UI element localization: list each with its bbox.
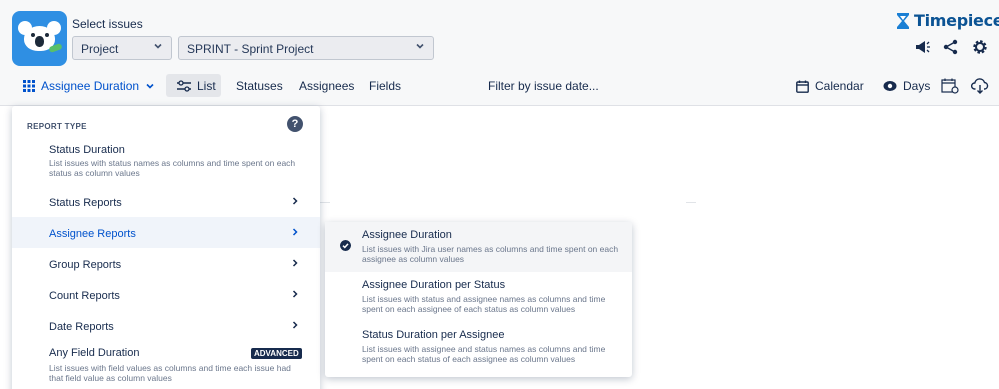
- app-window: Select issues Project SPRINT - Sprint Pr…: [0, 0, 999, 389]
- report-type-label: Assignee Duration: [41, 79, 140, 93]
- menu-item-group-reports[interactable]: Group Reports: [12, 248, 320, 278]
- hourglass-icon: [897, 12, 909, 29]
- menu-item-label: Status Reports: [49, 197, 122, 209]
- cloud-download-icon[interactable]: [971, 77, 989, 95]
- tab-fields[interactable]: Fields: [369, 75, 401, 97]
- report-type-menu: REPORT TYPE ? Status Duration List issue…: [12, 106, 320, 389]
- tab-statuses[interactable]: Statuses: [236, 75, 283, 97]
- report-type-button[interactable]: Assignee Duration: [23, 75, 155, 97]
- chevron-down-icon: [154, 43, 162, 49]
- help-icon[interactable]: ?: [287, 116, 303, 132]
- submenu-item-label: Assignee Duration per Status: [362, 279, 506, 291]
- chevron-right-icon: [292, 290, 298, 298]
- menu-item-status-reports[interactable]: Status Reports: [12, 186, 320, 216]
- chevron-down-icon: [146, 83, 154, 89]
- top-bar: Select issues Project SPRINT - Sprint Pr…: [0, 0, 999, 106]
- sliders-icon: [177, 80, 191, 92]
- content-divider: [686, 202, 696, 203]
- submenu-item-assignee-duration-per-status[interactable]: Assignee Duration per Status List issues…: [325, 273, 632, 323]
- chevron-right-icon: [292, 259, 298, 267]
- sprint-dropdown-value: SPRINT - Sprint Project: [187, 42, 314, 56]
- submenu-item-description: List issues with status and assignee nam…: [362, 294, 606, 314]
- menu-item-label: Assignee Reports: [49, 228, 136, 240]
- days-label: Days: [903, 79, 931, 93]
- calendar-icon: [796, 80, 809, 93]
- menu-item-date-reports[interactable]: Date Reports: [12, 310, 320, 340]
- share-icon[interactable]: [942, 38, 960, 56]
- chevron-right-icon: [292, 197, 298, 205]
- project-dropdown[interactable]: Project: [72, 36, 172, 60]
- menu-item-label: Date Reports: [49, 321, 114, 333]
- menu-item-label: Any Field Duration: [49, 347, 140, 359]
- menu-heading: REPORT TYPE: [27, 122, 87, 131]
- submenu-item-status-duration-per-assignee[interactable]: Status Duration per Assignee List issues…: [325, 323, 632, 373]
- project-dropdown-value: Project: [81, 42, 119, 56]
- check-icon: [340, 240, 351, 251]
- list-view-label-group: List: [177, 75, 216, 97]
- chevron-down-icon: [416, 43, 424, 49]
- calendar-label: Calendar: [815, 79, 864, 93]
- menu-item-status-duration[interactable]: Status Duration List issues with status …: [12, 140, 320, 188]
- advanced-badge: ADVANCED: [251, 348, 302, 359]
- menu-item-label: Count Reports: [49, 290, 120, 302]
- announcement-icon[interactable]: [913, 38, 931, 56]
- assignee-reports-submenu: Assignee Duration List issues with Jira …: [325, 222, 632, 377]
- menu-item-assignee-reports[interactable]: Assignee Reports: [12, 217, 320, 248]
- content-divider: [320, 202, 330, 203]
- days-button[interactable]: Days: [883, 75, 930, 97]
- menu-item-description: List issues with status names as columns…: [49, 158, 296, 178]
- eye-icon: [883, 81, 897, 91]
- menu-item-count-reports[interactable]: Count Reports: [12, 279, 320, 309]
- chevron-right-icon: [292, 228, 298, 236]
- brand-name: Timepiece: [914, 11, 999, 30]
- calendar-button[interactable]: Calendar: [796, 75, 864, 97]
- chevron-right-icon: [292, 321, 298, 329]
- app-logo: [12, 11, 67, 66]
- select-issues-label: Select issues: [72, 17, 143, 31]
- sprint-dropdown[interactable]: SPRINT - Sprint Project: [178, 36, 434, 60]
- date-filter[interactable]: Filter by issue date...: [488, 79, 599, 93]
- submenu-item-label: Status Duration per Assignee: [362, 329, 505, 341]
- submenu-item-assignee-duration[interactable]: Assignee Duration List issues with Jira …: [325, 222, 632, 272]
- gear-icon[interactable]: [971, 38, 989, 56]
- list-label: List: [197, 79, 216, 93]
- submenu-item-description: List issues with Jira user names as colu…: [362, 244, 619, 264]
- menu-item-description: List issues with field values as columns…: [49, 363, 291, 383]
- brand-logo: Timepiece: [895, 11, 999, 30]
- grid-icon: [23, 80, 35, 92]
- submenu-item-label: Assignee Duration: [362, 229, 452, 241]
- menu-item-label: Group Reports: [49, 259, 122, 271]
- calendar-alert-icon[interactable]: [941, 77, 959, 95]
- tab-assignees[interactable]: Assignees: [299, 75, 354, 97]
- menu-item-label: Status Duration: [49, 144, 125, 156]
- menu-item-any-field-duration[interactable]: Any Field Duration ADVANCED List issues …: [12, 344, 320, 389]
- submenu-item-description: List issues with assignee and status nam…: [362, 344, 606, 364]
